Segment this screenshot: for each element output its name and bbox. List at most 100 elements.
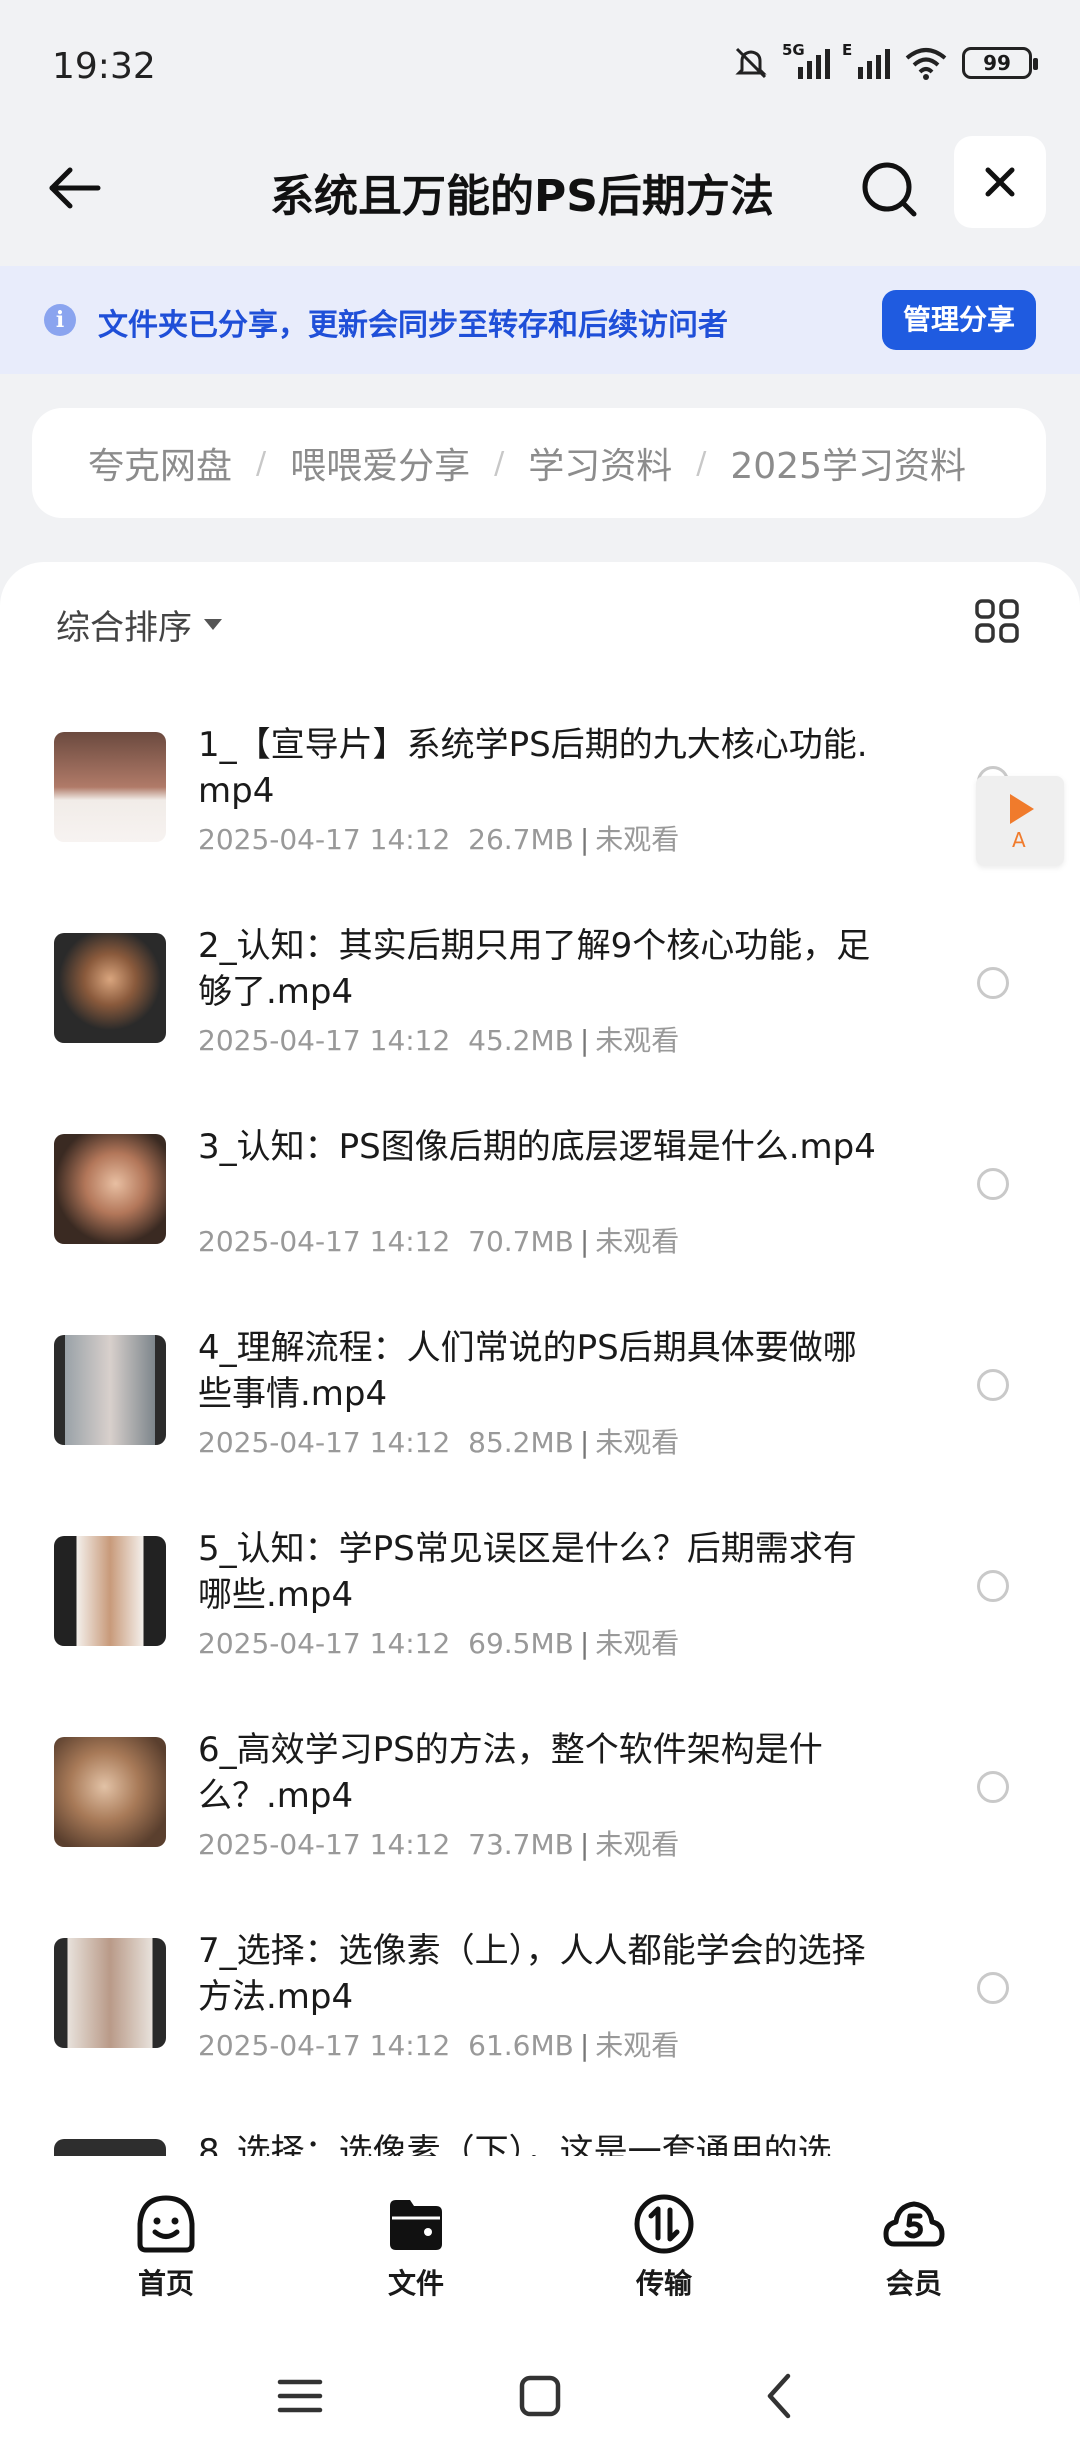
tab-files[interactable]: 文件 (356, 2192, 476, 2302)
file-row[interactable]: 1_【宣导片】系统学PS后期的九大核心功能.mp4 2025-04-17 14:… (0, 702, 1080, 903)
folder-icon (390, 2200, 442, 2250)
file-name: 4_理解流程：人们常说的PS后期具体要做哪些事情.mp4 (198, 1328, 857, 1414)
file-list: 1_【宣导片】系统学PS后期的九大核心功能.mp4 2025-04-17 14:… (0, 702, 1080, 2156)
tab-label: 文件 (387, 2267, 444, 2300)
file-name: 3_认知：PS图像后期的底层逻辑是什么.mp4 (198, 1127, 876, 1167)
watch-status: 未观看 (595, 1024, 680, 1057)
search-icon[interactable] (854, 154, 924, 224)
breadcrumb-item[interactable]: 夸克网盘 (88, 437, 232, 489)
share-banner: i 文件夹已分享，更新会同步至转存和后续访问者 管理分享 (0, 266, 1080, 374)
tab-label: 传输 (635, 2267, 692, 2300)
watch-status: 未观看 (595, 823, 680, 856)
breadcrumb: 夸克网盘 / 喂喂爱分享 / 学习资料 / 2025学习资料 (32, 408, 1046, 518)
file-size: 61.6MB (468, 2029, 574, 2062)
file-date: 2025-04-17 14:12 (198, 2029, 451, 2062)
signal-e-icon: E (842, 41, 890, 79)
file-row[interactable]: 4_理解流程：人们常说的PS后期具体要做哪些事情.mp4 2025-04-17 … (0, 1305, 1080, 1506)
select-checkbox[interactable] (977, 1369, 1009, 1401)
file-size: 85.2MB (468, 1426, 574, 1459)
system-nav-bar (0, 2326, 1080, 2460)
select-checkbox[interactable] (977, 1168, 1009, 1200)
file-row[interactable]: 7_选择：选像素（上），人人都能学会的选择方法.mp4 2025-04-17 1… (0, 1908, 1080, 2109)
file-name: 6_高效学习PS的方法，整个软件架构是什么？.mp4 (198, 1730, 823, 1816)
tab-transfer[interactable]: 传输 (604, 2192, 724, 2302)
video-thumbnail (54, 1134, 166, 1244)
video-thumbnail (54, 1737, 166, 1847)
page-title: 系统且万能的PS后期方法 (270, 171, 774, 222)
file-date: 2025-04-17 14:12 (198, 1024, 451, 1057)
home-square-icon[interactable] (510, 2366, 570, 2426)
status-bar: 19:32 5G E 99 (0, 0, 1080, 130)
file-name: 8_选择：选像素（下），这是一套通用的选 (198, 2132, 832, 2156)
file-meta: 2025-04-17 14:12 69.5MB | 未观看 (198, 1627, 680, 1660)
close-icon (985, 167, 1015, 197)
video-thumbnail (54, 2139, 166, 2156)
floating-player-button[interactable]: A (976, 776, 1064, 866)
file-date: 2025-04-17 14:12 (198, 1225, 451, 1258)
breadcrumb-item[interactable]: 喂喂爱分享 (290, 437, 470, 489)
file-date: 2025-04-17 14:12 (198, 1627, 451, 1660)
status-time: 19:32 (52, 46, 156, 87)
video-thumbnail (54, 933, 166, 1043)
home-face-icon (137, 2195, 195, 2253)
breadcrumb-item[interactable]: 学习资料 (528, 437, 672, 489)
header: 系统且万能的PS后期方法 (0, 130, 1080, 266)
sort-dropdown[interactable]: 综合排序 (56, 600, 222, 649)
file-meta: 2025-04-17 14:12 61.6MB | 未观看 (198, 2029, 680, 2062)
sort-label: 综合排序 (56, 608, 192, 648)
file-name: 1_【宣导片】系统学PS后期的九大核心功能.mp4 (198, 725, 868, 811)
file-meta: 2025-04-17 14:12 73.7MB | 未观看 (198, 1828, 680, 1861)
file-size: 45.2MB (468, 1024, 574, 1057)
file-meta: 2025-04-17 14:12 45.2MB | 未观看 (198, 1024, 680, 1057)
file-row[interactable]: 8_选择：选像素（下），这是一套通用的选 (0, 2109, 1080, 2156)
tab-member[interactable]: 会员 (854, 2192, 974, 2302)
video-thumbnail (54, 1536, 166, 1646)
file-date: 2025-04-17 14:12 (198, 1426, 451, 1459)
share-notice: 文件夹已分享，更新会同步至转存和后续访问者 (98, 308, 728, 343)
file-row[interactable]: 5_认知：学PS常见误区是什么？后期需求有哪些.mp4 2025-04-17 1… (0, 1506, 1080, 1707)
watch-status: 未观看 (595, 2029, 680, 2062)
file-name: 2_认知：其实后期只用了解9个核心功能，足够了.mp4 (198, 926, 871, 1012)
watch-status: 未观看 (595, 1426, 680, 1459)
transfer-icon (634, 2194, 694, 2254)
watch-status: 未观看 (595, 1627, 680, 1660)
file-date: 2025-04-17 14:12 (198, 823, 451, 856)
select-checkbox[interactable] (977, 1771, 1009, 1803)
breadcrumb-item[interactable]: 2025学习资料 (730, 437, 966, 489)
file-date: 2025-04-17 14:12 (198, 1828, 451, 1861)
select-checkbox[interactable] (977, 1972, 1009, 2004)
status-icons: 5G E 99 (732, 41, 1038, 82)
close-button[interactable] (954, 136, 1046, 228)
file-row[interactable]: 2_认知：其实后期只用了解9个核心功能，足够了.mp4 2025-04-17 1… (0, 903, 1080, 1104)
tab-label: 首页 (137, 2267, 194, 2300)
file-size: 73.7MB (468, 1828, 574, 1861)
tab-home[interactable]: 首页 (106, 2192, 226, 2302)
file-row[interactable]: 3_认知：PS图像后期的底层逻辑是什么.mp4 2025-04-17 14:12… (0, 1104, 1080, 1305)
file-name: 5_认知：学PS常见误区是什么？后期需求有哪些.mp4 (198, 1529, 857, 1615)
caret-down-icon (204, 619, 222, 630)
player-label: A (1012, 828, 1026, 852)
file-meta: 2025-04-17 14:12 26.7MB | 未观看 (198, 823, 680, 856)
bottom-tab-bar: 首页 文件 传输 会员 (0, 2156, 1080, 2326)
video-thumbnail (54, 732, 166, 842)
wifi-icon (905, 48, 947, 80)
info-icon: i (44, 304, 76, 336)
play-icon (1010, 794, 1034, 824)
menu-icon[interactable] (270, 2366, 330, 2426)
select-checkbox[interactable] (977, 967, 1009, 999)
breadcrumb-separator: / (494, 445, 505, 481)
select-checkbox[interactable] (977, 1570, 1009, 1602)
member-icon (883, 2201, 945, 2247)
file-name: 7_选择：选像素（上），人人都能学会的选择方法.mp4 (198, 1931, 866, 2017)
back-chevron-icon[interactable] (750, 2366, 810, 2426)
grid-view-icon[interactable] (974, 598, 1020, 644)
watch-status: 未观看 (595, 1828, 680, 1861)
video-thumbnail (54, 1938, 166, 2048)
file-meta: 2025-04-17 14:12 85.2MB | 未观看 (198, 1426, 680, 1459)
manage-share-button[interactable]: 管理分享 (882, 290, 1036, 350)
back-arrow-icon[interactable] (42, 156, 106, 220)
file-size: 69.5MB (468, 1627, 574, 1660)
file-row[interactable]: 6_高效学习PS的方法，整个软件架构是什么？.mp4 2025-04-17 14… (0, 1707, 1080, 1908)
video-thumbnail (54, 1335, 166, 1445)
tab-label: 会员 (885, 2267, 942, 2300)
